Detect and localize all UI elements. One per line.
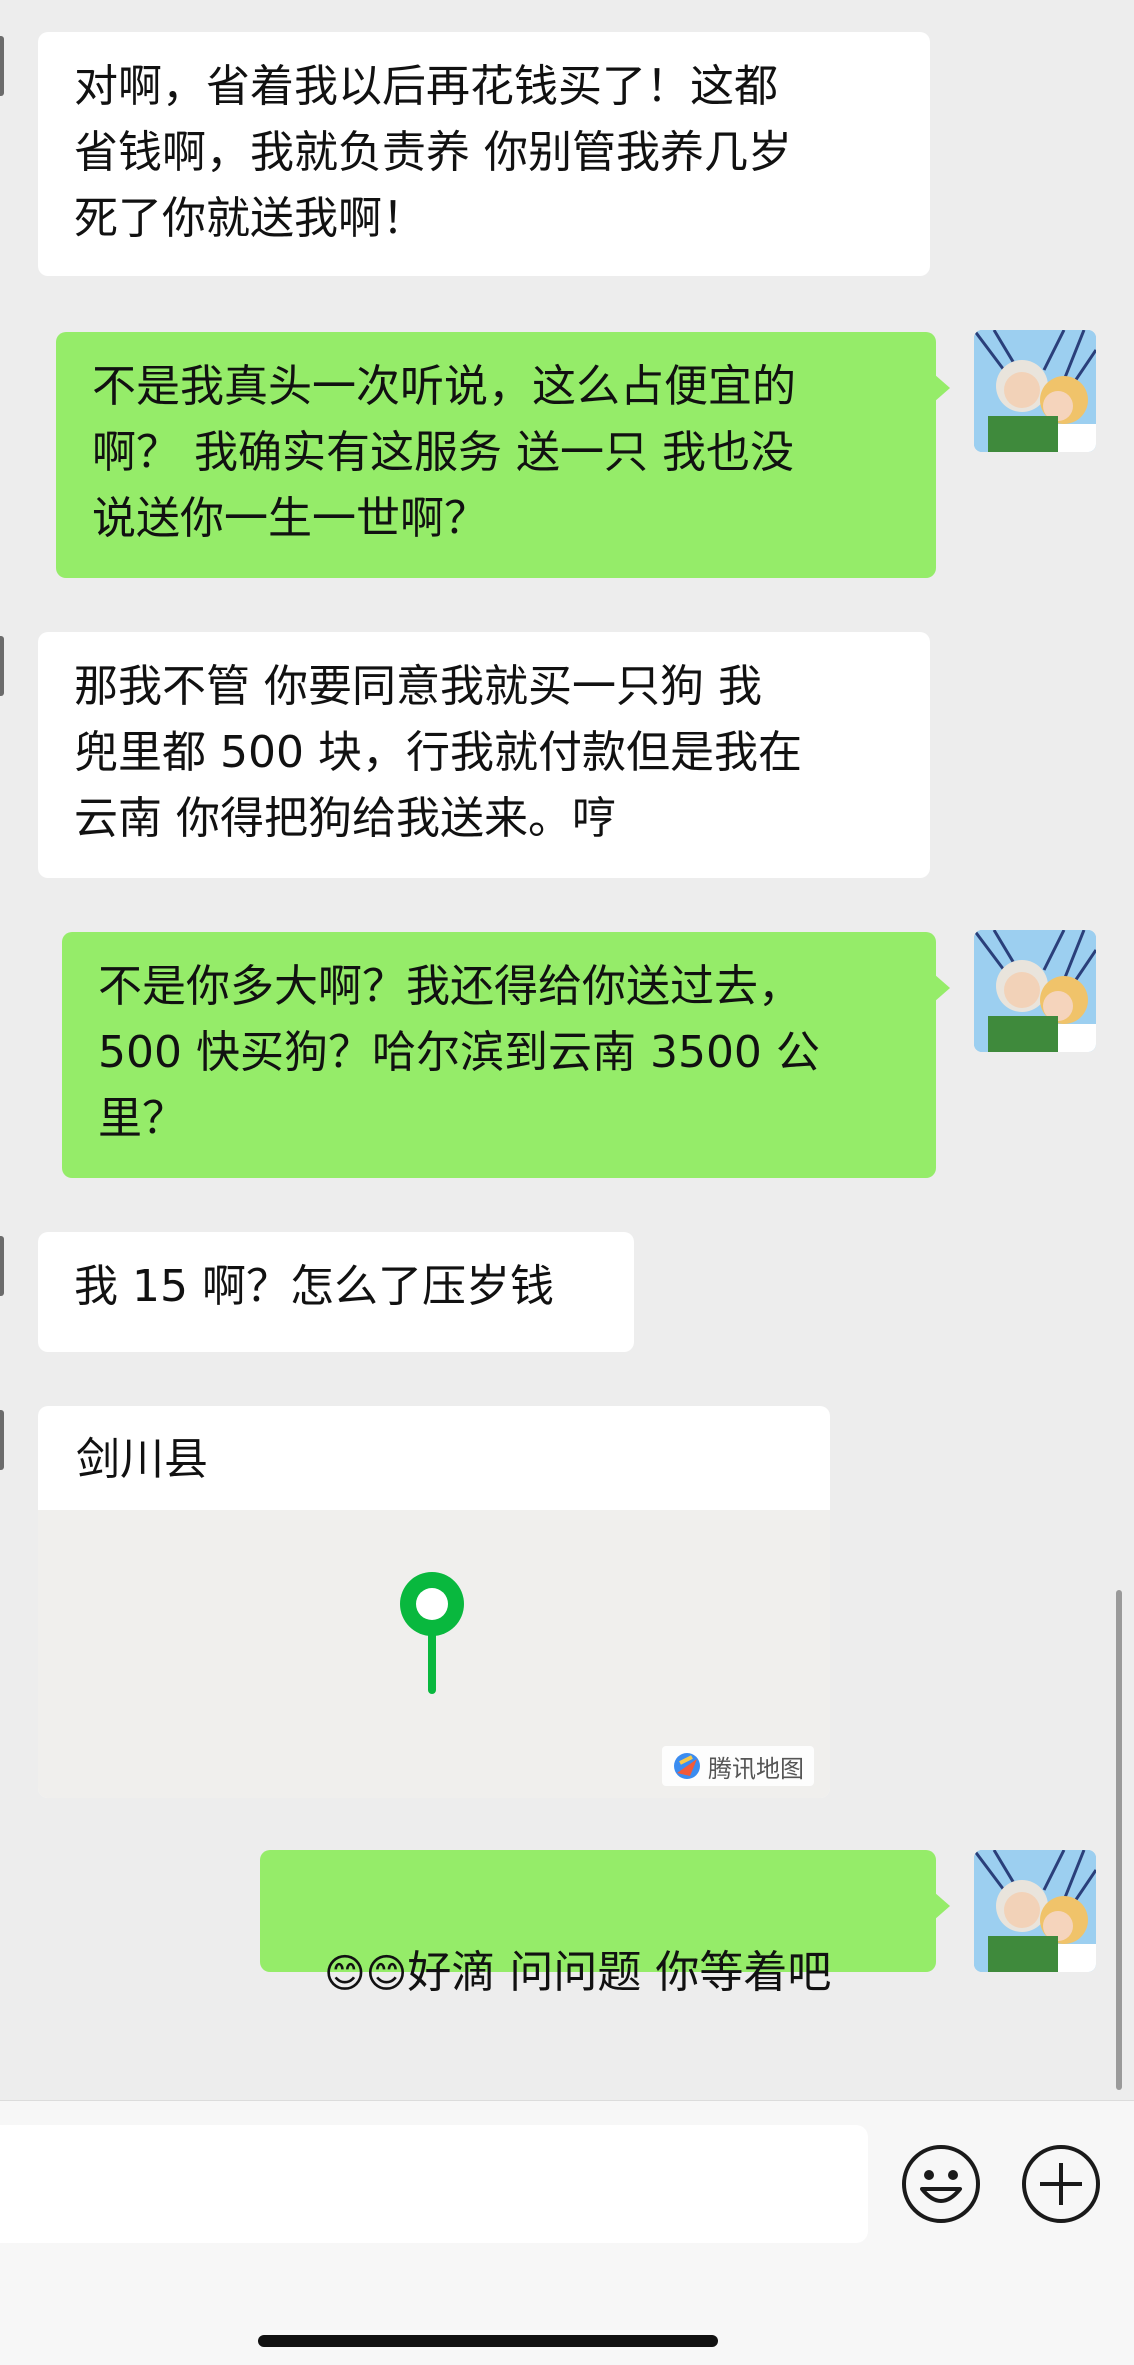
- avatar[interactable]: [974, 930, 1096, 1052]
- message-input[interactable]: [0, 2125, 868, 2243]
- message-bubble-incoming[interactable]: 对啊，省着我以后再花钱买了！这都 省钱啊，我就负责养 你别管我养几岁 死了你就送…: [38, 32, 930, 276]
- contact-avatar-edge[interactable]: [0, 1236, 4, 1296]
- tencent-map-logo-icon: [674, 1753, 700, 1779]
- avatar-illustration-icon: [974, 1850, 1096, 1972]
- map-credit-label: 腾讯地图: [708, 1754, 804, 1783]
- contact-avatar-edge[interactable]: [0, 1410, 4, 1470]
- message-bubble-outgoing[interactable]: 不是你多大啊？我还得给你送过去， 500 快买狗？哈尔滨到云南 3500 公 里…: [62, 932, 950, 1178]
- message-bubble-incoming[interactable]: 那我不管 你要同意我就买一只狗 我 兜里都 500 块，行我就付款但是我在 云南…: [38, 632, 930, 878]
- scrollbar[interactable]: [1116, 1590, 1122, 2090]
- contact-avatar-edge[interactable]: [0, 636, 4, 696]
- message-bubble-incoming[interactable]: 我 15 啊？怎么了压岁钱: [38, 1232, 634, 1352]
- smile-emoji: 😊😊: [323, 1951, 408, 1997]
- location-title: 剑川县: [76, 1434, 208, 1485]
- emoji-face-icon[interactable]: [900, 2143, 982, 2225]
- avatar[interactable]: [974, 330, 1096, 452]
- avatar-illustration-icon: [974, 330, 1096, 452]
- plus-circle-icon[interactable]: [1020, 2143, 1102, 2225]
- map-credit: 腾讯地图: [662, 1746, 814, 1786]
- home-indicator[interactable]: [258, 2335, 718, 2347]
- map-pin-icon: [400, 1572, 464, 1694]
- message-bubble-outgoing[interactable]: 不是我真头一次听说，这么占便宜的 啊？ 我确实有这服务 送一只 我也没 说送你一…: [56, 332, 950, 578]
- chat-input-bar: [0, 2100, 1134, 2365]
- contact-avatar-edge[interactable]: [0, 36, 4, 96]
- message-text: 好滴 问问题 你等着吧: [407, 1947, 832, 1998]
- avatar-illustration-icon: [974, 930, 1096, 1052]
- avatar[interactable]: [974, 1850, 1096, 1972]
- message-bubble-outgoing[interactable]: 😊😊好滴 问问题 你等着吧: [260, 1850, 950, 1998]
